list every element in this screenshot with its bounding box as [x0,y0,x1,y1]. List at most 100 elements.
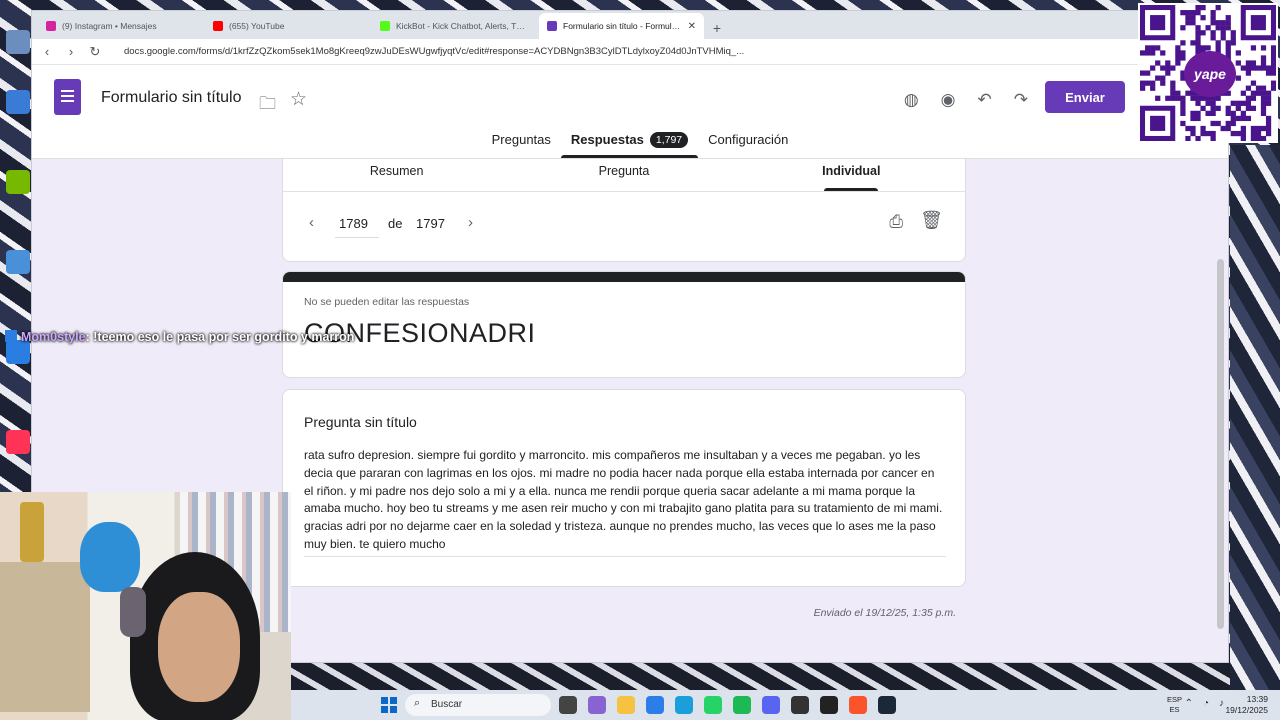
chevron-left-icon[interactable]: ‹ [309,214,314,231]
qr-module [1250,60,1257,66]
brave-icon[interactable] [849,696,867,714]
qr-module [1245,65,1252,71]
tab-label: Formulario sin título - Formulario [563,21,682,31]
chat-username: Mom0style [21,330,86,344]
qr-module [1215,40,1221,46]
qr-module [1155,75,1161,81]
back-icon[interactable]: ‹ [40,44,54,59]
chevron-up-icon[interactable]: ⌃ [1185,698,1193,709]
qr-module [1140,80,1146,86]
qr-module [1180,110,1186,117]
undo-icon[interactable]: ↶ [978,90,992,110]
close-icon[interactable]: ✕ [688,21,696,32]
qr-module [1245,100,1252,106]
tab-responses[interactable]: Respuestas 1,797 [560,126,699,158]
language-indicator[interactable]: ESP ES [1167,695,1182,715]
volume-icon[interactable]: ♪ [1219,698,1224,709]
current-response-input[interactable]: 1789 [335,216,379,238]
spotify-icon[interactable] [733,696,751,714]
subtab-question[interactable]: Pregunta [510,159,737,191]
qr-module [1255,90,1262,96]
scrollbar[interactable] [1217,259,1224,629]
task-view-icon[interactable] [559,696,577,714]
qr-module [1145,70,1151,76]
star-icon[interactable]: ☆ [290,88,307,111]
qr-module [1190,130,1196,137]
qr-module [1235,50,1241,56]
obs-icon[interactable] [820,696,838,714]
browser-tab[interactable]: KickBot - Kick Chatbot, Alerts, TTS, C [372,13,537,39]
desktop-icon[interactable] [4,250,32,276]
qr-module [1165,65,1171,71]
clock-date: 19/12/2025 [1225,705,1268,715]
qr-module [1175,50,1181,56]
taskbar-search[interactable]: ⌕ Buscar [405,694,551,716]
forward-icon[interactable]: › [64,44,78,59]
qr-module [1270,45,1276,51]
qr-module [1190,95,1196,101]
send-button[interactable]: Enviar [1045,81,1125,113]
edge-icon[interactable] [675,696,693,714]
qr-module [1195,35,1201,41]
browser-tab[interactable]: (655) YouTube [205,13,370,39]
chevron-right-icon[interactable]: › [468,214,473,231]
qr-module [1230,40,1236,46]
qr-module [1210,120,1216,127]
qr-module [1145,50,1151,56]
steam-icon[interactable] [878,696,896,714]
qr-module [1270,70,1276,76]
new-tab-button[interactable]: + [706,17,728,39]
form-title[interactable]: Formulario sin título [101,89,242,107]
qr-module [1230,115,1236,122]
tab-settings[interactable]: Configuración [698,126,798,158]
tab-questions[interactable]: Preguntas [482,126,561,158]
taskbar-clock[interactable]: 13:39 19/12/2025 [1225,694,1268,716]
file-explorer-icon[interactable] [617,696,635,714]
folder-icon[interactable]: 🗀 [259,91,276,120]
qr-module [1240,130,1246,137]
qr-module [1165,60,1171,66]
qr-module [1265,95,1272,101]
windows-start-icon[interactable] [381,697,397,713]
browser-tab[interactable]: (9) Instagram • Mensajes [38,13,203,39]
qr-module [1170,85,1176,91]
reload-icon[interactable]: ↻ [88,44,102,60]
qr-module [1195,100,1201,106]
subtab-individual[interactable]: Individual [738,159,965,191]
browser-tab-active[interactable]: Formulario sin título - Formulario ✕ [539,13,704,39]
qr-module [1215,5,1221,11]
copilot-icon[interactable] [588,696,606,714]
subtab-summary[interactable]: Resumen [283,159,510,191]
desktop-icon[interactable] [4,90,32,116]
store-icon[interactable] [646,696,664,714]
discord-icon[interactable] [762,696,780,714]
qr-module [1190,10,1196,16]
qr-module [1195,30,1201,36]
google-forms-logo-icon[interactable] [54,79,81,115]
qr-module [1215,120,1221,127]
whatsapp-icon[interactable] [704,696,722,714]
qr-module [1195,40,1201,46]
print-icon[interactable]: ⎙ [889,212,903,232]
url-field[interactable]: docs.google.com/forms/d/1krfZzQZkom5sek1… [112,46,1139,57]
header-actions: ◍ ◉ ↶ ↷ [904,90,1028,110]
xbox-icon[interactable] [791,696,809,714]
palette-icon[interactable]: ◍ [904,90,919,110]
qr-module [1250,90,1257,96]
redo-icon[interactable]: ↷ [1014,90,1028,110]
desktop-icon[interactable] [4,30,32,56]
qr-module [1150,45,1156,51]
delete-icon[interactable]: 🗑 [920,210,943,231]
desktop-icon[interactable] [4,170,32,196]
address-bar: ‹ › ↻ docs.google.com/forms/d/1krfZzQZko… [32,39,1228,65]
wifi-icon[interactable]: ◔ [1203,698,1209,709]
qr-module [1210,130,1216,137]
qr-module [1260,60,1267,66]
qr-module [1200,5,1206,11]
qr-module [1245,115,1252,122]
qr-module [1245,85,1252,91]
qr-module [1230,130,1236,137]
qr-module [1270,65,1276,71]
desktop-icon[interactable] [4,430,32,456]
preview-eye-icon[interactable]: ◉ [941,90,956,110]
